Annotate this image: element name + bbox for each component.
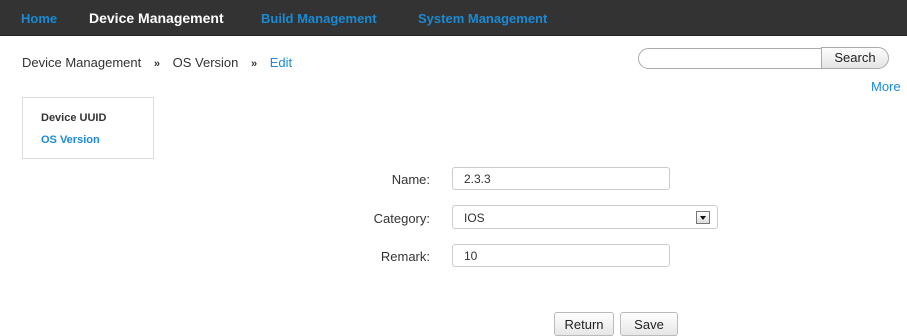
remark-field[interactable] [452, 244, 670, 267]
search-button[interactable]: Search [821, 47, 889, 69]
category-selected-value: IOS [464, 211, 485, 225]
search-input[interactable] [638, 48, 822, 69]
category-label: Category: [373, 211, 430, 226]
top-navigation-bar: Home Device Management Build Management … [0, 0, 907, 36]
nav-item-device-management[interactable]: Device Management [89, 10, 224, 26]
name-label: Name: [391, 172, 430, 187]
chevron-down-icon[interactable] [696, 211, 710, 224]
category-select[interactable]: IOS [452, 205, 718, 229]
sidebar: Device UUID OS Version [22, 97, 154, 159]
sidebar-item-device-uuid[interactable]: Device UUID [41, 112, 106, 124]
breadcrumb-os-version[interactable]: OS Version [173, 55, 239, 70]
save-button[interactable]: Save [620, 312, 678, 336]
breadcrumb-device-management[interactable]: Device Management [22, 55, 141, 70]
nav-item-system-management[interactable]: System Management [418, 11, 547, 26]
breadcrumb-edit[interactable]: Edit [270, 55, 292, 70]
breadcrumb-separator: » [251, 58, 258, 70]
remark-label: Remark: [380, 249, 430, 264]
return-button[interactable]: Return [554, 312, 614, 336]
sidebar-item-os-version[interactable]: OS Version [41, 134, 100, 146]
breadcrumb: Device Management » OS Version » Edit [22, 55, 292, 70]
nav-item-home[interactable]: Home [21, 11, 57, 26]
name-field[interactable] [452, 167, 670, 190]
more-link[interactable]: More [871, 79, 901, 94]
breadcrumb-separator: » [153, 58, 160, 70]
nav-item-build-management[interactable]: Build Management [261, 11, 377, 26]
